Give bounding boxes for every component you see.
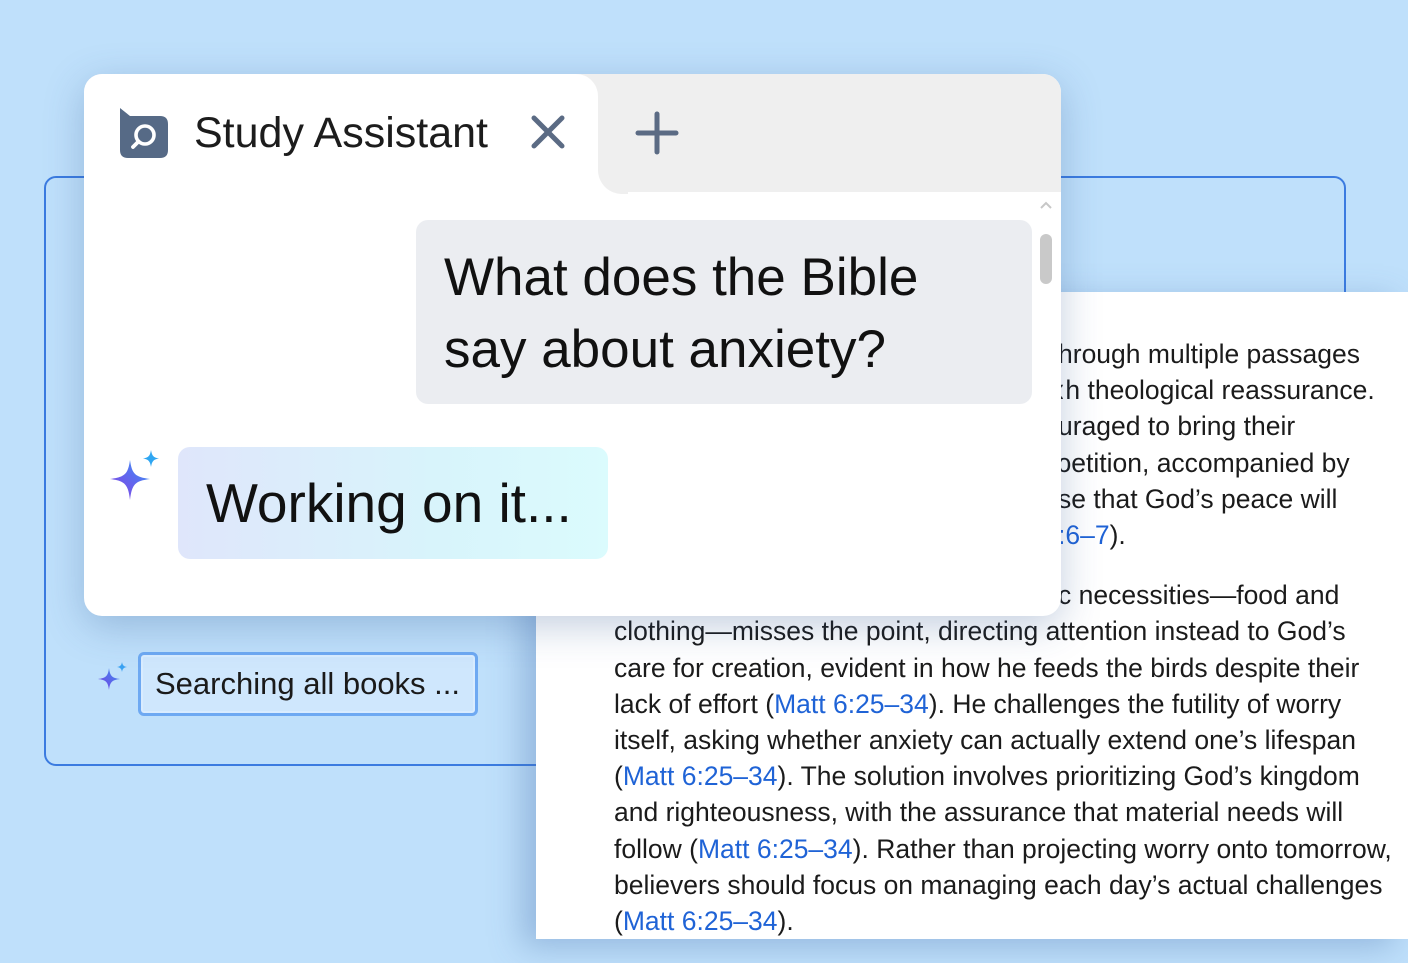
user-message-text: What does the Bible say about anxiety?: [444, 248, 919, 379]
study-assistant-window: Study Assistant What does the Bible say …: [84, 74, 1061, 616]
scripture-link[interactable]: Matt 6:25–34: [698, 834, 853, 864]
scrollbar-thumb[interactable]: [1040, 234, 1052, 284]
scripture-link[interactable]: Matt 6:25–34: [623, 906, 778, 936]
doc-text: ).: [1109, 520, 1126, 551]
ai-status-bubble: Working on it...: [178, 447, 608, 559]
doc-line: ːh theological reassurance.: [1058, 375, 1375, 406]
tab-title: Study Assistant: [194, 109, 488, 157]
sparkle-icon: [98, 662, 127, 690]
scripture-link[interactable]: Matt 6:25–34: [623, 761, 778, 791]
scroll-up-arrow-icon[interactable]: [1036, 198, 1056, 212]
doc-line: se that God’s peace will: [1058, 483, 1338, 514]
document-paragraph-1: hrough multiple passages ːh theological …: [1058, 336, 1404, 553]
doc-line: c necessities—food and: [1058, 580, 1340, 611]
search-status: Searching all books ...: [96, 652, 478, 716]
doc-line: ɔetition, accompanied by: [1058, 447, 1350, 478]
scripture-link[interactable]: :6–7: [1058, 520, 1110, 550]
doc-line: uraged to bring their: [1058, 411, 1296, 442]
sparkle-icon: [110, 450, 159, 500]
plus-icon[interactable]: [634, 110, 680, 156]
doc-line: hrough multiple passages: [1058, 339, 1360, 369]
chat-search-icon: [120, 108, 168, 158]
scripture-link[interactable]: Matt 6:25–34: [774, 689, 929, 719]
ai-status-text: Working on it...: [206, 472, 572, 534]
tab-corner: [598, 162, 628, 194]
user-message-bubble: What does the Bible say about anxiety?: [416, 220, 1032, 404]
doc-text: ).: [777, 906, 794, 937]
close-icon[interactable]: [528, 112, 568, 152]
document-paragraph-2: c necessities—food and clothing—misses t…: [614, 577, 1404, 939]
search-status-box: Searching all books ...: [138, 652, 478, 716]
search-status-text: Searching all books ...: [155, 666, 461, 701]
